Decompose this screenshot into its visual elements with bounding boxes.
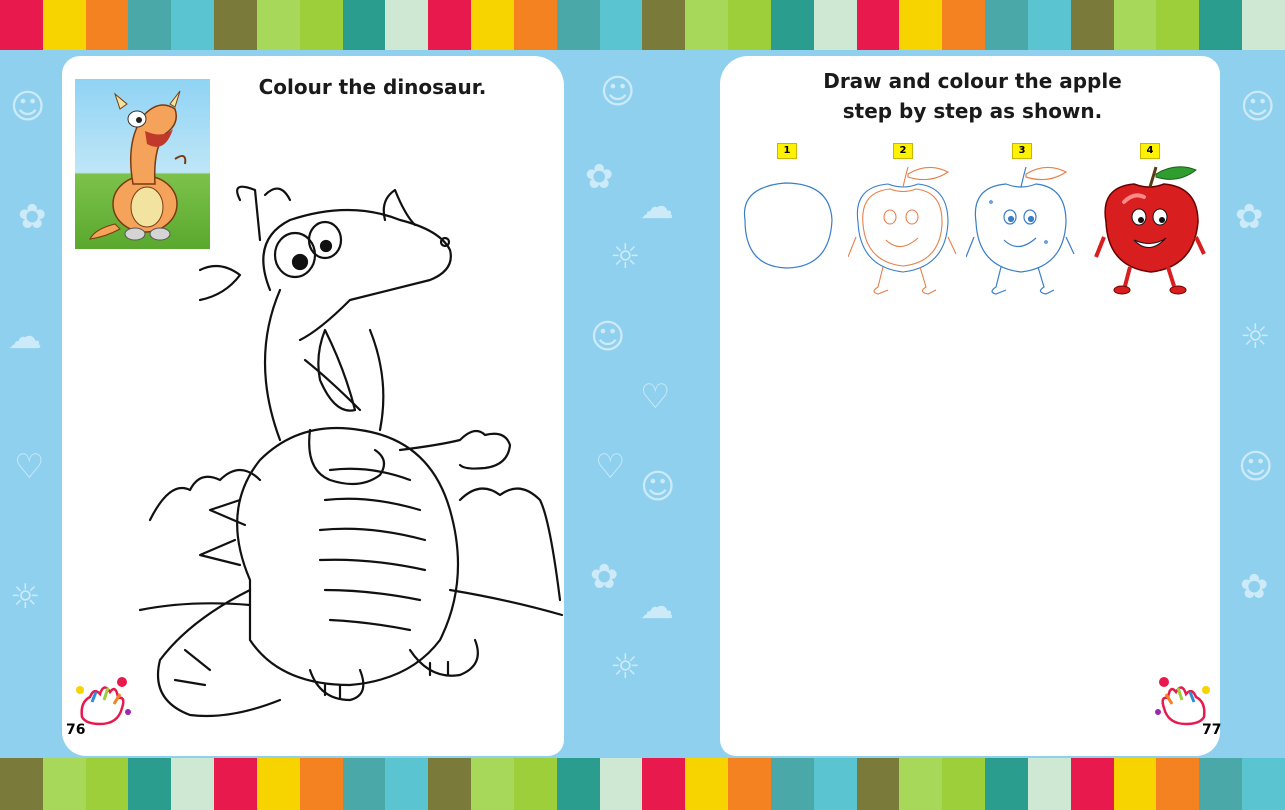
stripe-segment xyxy=(85,0,129,50)
stripe-segment xyxy=(813,758,857,810)
step-badge-2: 2 xyxy=(893,143,913,159)
stripe-segment xyxy=(342,0,386,50)
stripe-segment xyxy=(556,0,600,50)
stripe-segment xyxy=(1156,0,1200,50)
stripe-segment xyxy=(385,758,429,810)
stripe-segment xyxy=(1242,758,1285,810)
stripe-segment xyxy=(685,758,729,810)
stripe-segment xyxy=(985,0,1028,50)
stripe-segment xyxy=(642,758,686,810)
stripe-segment xyxy=(813,0,857,50)
stripe-segment xyxy=(728,758,771,810)
stripe-segment xyxy=(256,0,300,50)
right-page-title-line2: step by step as shown. xyxy=(842,99,1103,123)
stripe-segment xyxy=(1027,0,1071,50)
stripe-segment xyxy=(1113,0,1157,50)
stripe-segment xyxy=(471,0,514,50)
stripe-segment xyxy=(985,758,1028,810)
stripe-segment xyxy=(0,0,43,50)
right-page-number: 77 xyxy=(1202,722,1222,738)
apple-step-1-drawing xyxy=(735,175,840,275)
stripe-segment xyxy=(1156,758,1200,810)
stripe-segment xyxy=(856,758,900,810)
stripe-segment xyxy=(942,0,986,50)
stripe-segment xyxy=(256,758,300,810)
stripe-segment xyxy=(599,0,643,50)
stripe-segment xyxy=(1242,0,1285,50)
stripe-segment xyxy=(1199,0,1243,50)
stripe-segment xyxy=(642,0,686,50)
stripe-segment xyxy=(171,758,215,810)
stripe-segment xyxy=(0,758,43,810)
apple-step-2-drawing xyxy=(847,162,958,302)
dinosaur-outline xyxy=(130,180,570,740)
stripe-segment xyxy=(942,758,986,810)
stripe-segment xyxy=(899,0,943,50)
stripe-segment xyxy=(128,758,172,810)
left-page-number: 76 xyxy=(66,722,86,738)
stripe-segment xyxy=(685,0,729,50)
stripe-segment xyxy=(42,0,86,50)
stripe-segment xyxy=(1027,758,1071,810)
stripe-segment xyxy=(128,0,172,50)
stripe-segment xyxy=(214,758,257,810)
stripe-segment xyxy=(214,0,257,50)
stripe-segment xyxy=(856,0,900,50)
top-stripe-border xyxy=(0,0,1285,50)
stripe-segment xyxy=(1070,758,1114,810)
stripe-segment xyxy=(1113,758,1157,810)
stripe-segment xyxy=(599,758,643,810)
step-badge-4: 4 xyxy=(1140,143,1160,159)
stripe-segment xyxy=(299,0,343,50)
stripe-segment xyxy=(1070,0,1114,50)
stripe-segment xyxy=(85,758,129,810)
stripe-segment xyxy=(428,0,472,50)
stripe-segment xyxy=(299,758,343,810)
right-page xyxy=(720,56,1220,756)
bottom-stripe-border xyxy=(0,758,1285,810)
stripe-segment xyxy=(513,0,557,50)
stripe-segment xyxy=(385,0,429,50)
step-badge-3: 3 xyxy=(1012,143,1032,159)
stripe-segment xyxy=(728,0,771,50)
stripe-segment xyxy=(471,758,514,810)
stripe-segment xyxy=(342,758,386,810)
step-badge-1: 1 xyxy=(777,143,797,159)
stripe-segment xyxy=(1199,758,1243,810)
stripe-segment xyxy=(899,758,943,810)
apple-step-3-drawing xyxy=(965,162,1076,302)
stripe-segment xyxy=(556,758,600,810)
stripe-segment xyxy=(770,0,814,50)
apple-step-4-drawing xyxy=(1094,162,1209,302)
stripe-segment xyxy=(428,758,472,810)
stripe-segment xyxy=(770,758,814,810)
stripe-segment xyxy=(171,0,215,50)
stripe-segment xyxy=(42,758,86,810)
right-page-title-line1: Draw and colour the apple xyxy=(823,69,1122,93)
left-page-title: Colour the dinosaur. xyxy=(258,75,487,99)
stripe-segment xyxy=(513,758,557,810)
